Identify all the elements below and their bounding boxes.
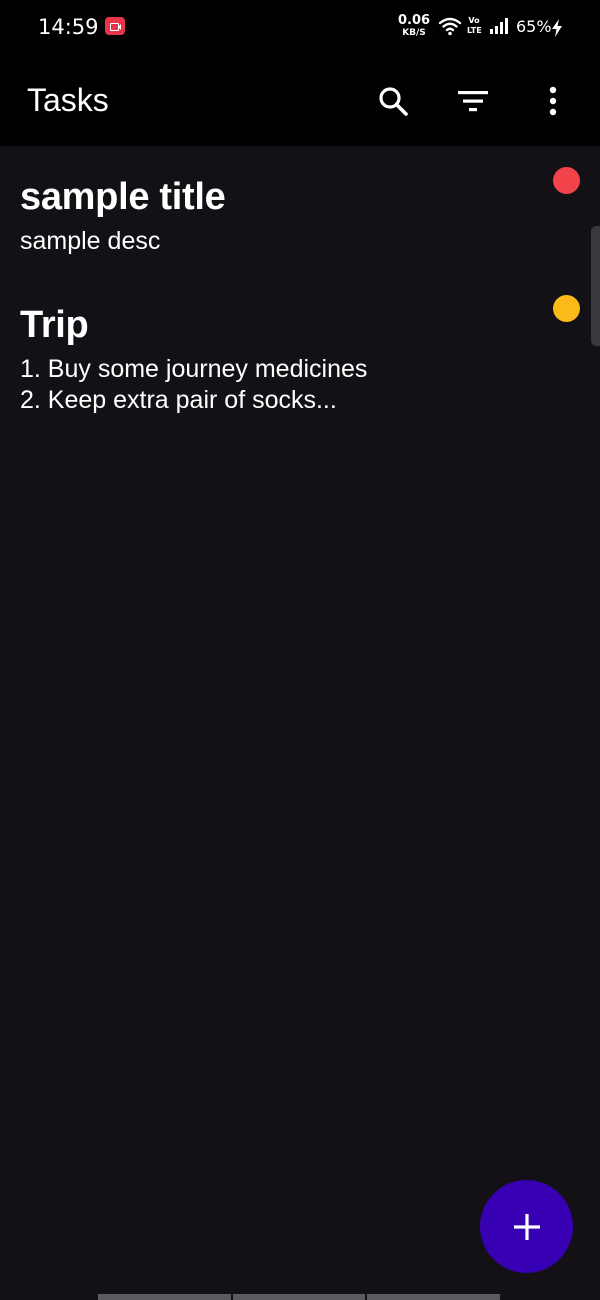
gesture-segment — [98, 1294, 231, 1300]
volte-top: Vo — [468, 16, 480, 25]
task-list: sample title sample desc Trip 1. Buy som… — [0, 146, 600, 414]
charging-bolt-icon — [552, 19, 562, 37]
more-options-button[interactable] — [530, 78, 576, 124]
add-task-button[interactable] — [480, 1180, 573, 1273]
scrollbar[interactable] — [591, 226, 600, 346]
network-speed: 0.06 KB/S — [398, 14, 430, 39]
task-item[interactable]: sample title sample desc — [0, 146, 600, 274]
priority-indicator — [553, 167, 580, 194]
filter-icon — [458, 91, 488, 112]
app-bar: Tasks — [0, 56, 600, 146]
priority-indicator — [553, 295, 580, 322]
wifi-icon — [438, 17, 462, 36]
network-speed-value: 0.06 — [398, 13, 431, 28]
task-title: Trip — [20, 304, 89, 346]
gesture-segment — [230, 1294, 366, 1300]
volte-indicator: Vo LTE — [467, 16, 482, 36]
task-description: sample desc — [20, 227, 161, 255]
status-bar: 14:59 0.06 KB/S Vo LTE 65% — [0, 0, 600, 56]
search-button[interactable] — [370, 78, 416, 124]
volte-bottom: LTE — [467, 26, 482, 35]
task-title: sample title — [20, 176, 226, 218]
filter-button[interactable] — [450, 78, 496, 124]
page-title: Tasks — [27, 82, 109, 118]
network-speed-unit: KB/S — [402, 28, 426, 38]
task-item[interactable]: Trip 1. Buy some journey medicines 2. Ke… — [0, 274, 600, 414]
screen-record-icon — [105, 17, 125, 35]
status-time: 14:59 — [38, 15, 99, 39]
battery-percent: 65% — [516, 17, 552, 36]
add-icon — [513, 1213, 540, 1240]
gesture-nav-bar[interactable] — [98, 1294, 501, 1300]
more-vert-icon — [549, 86, 557, 116]
signal-icon — [490, 18, 508, 34]
task-description: 1. Buy some journey medicines 2. Keep ex… — [20, 355, 368, 414]
search-icon — [379, 87, 408, 116]
screen: 14:59 0.06 KB/S Vo LTE 65% Tasks sample … — [0, 0, 600, 1300]
gesture-segment — [365, 1294, 501, 1300]
